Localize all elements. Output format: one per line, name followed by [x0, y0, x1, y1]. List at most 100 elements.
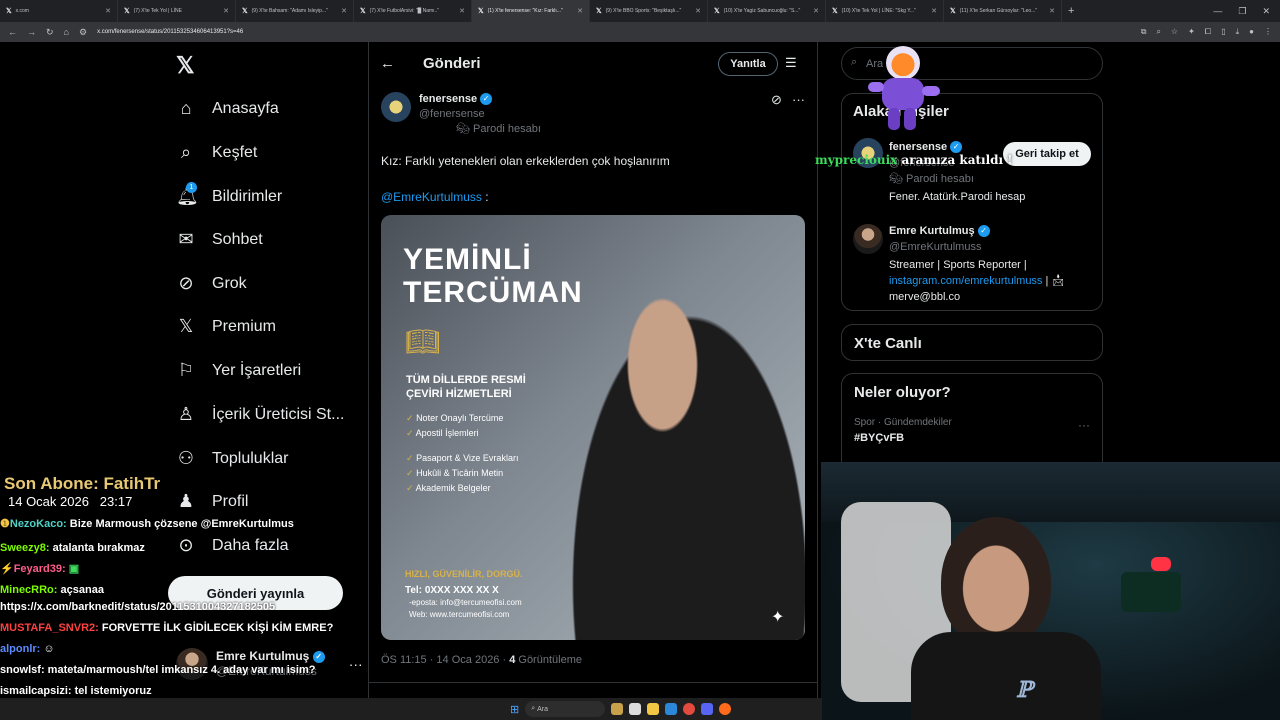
taskbar-search[interactable]: ⌕ Ara — [525, 701, 606, 717]
avatar[interactable] — [853, 224, 883, 254]
author-handle[interactable]: @fenersense — [419, 107, 541, 122]
more-dots-icon[interactable]: ··· — [1078, 418, 1090, 432]
back-icon[interactable]: ← — [8, 27, 17, 37]
close-tab-icon[interactable]: ✕ — [1049, 7, 1055, 15]
more-dots-icon[interactable]: ··· — [349, 656, 363, 672]
browser-tab[interactable]: 𝕏 (7) X'te Tek Yol | LİNE ✕ — [118, 0, 236, 22]
browser-tab[interactable]: 𝕏 (10) X'te Tek Yol | LİNE: "Skg Y..." ✕ — [826, 0, 944, 22]
download-icon[interactable]: ⤓ — [1236, 27, 1240, 37]
close-tab-icon[interactable]: ✕ — [695, 7, 701, 15]
verified-icon: ✓ — [950, 141, 963, 154]
x-favicon-icon: 𝕏 — [832, 8, 838, 15]
trend-item[interactable]: #BYÇvFB — [854, 432, 1090, 444]
extensions-icon[interactable]: ⧠ — [1205, 27, 1211, 37]
nav-bookmarks[interactable]: ⚐ Yer İşaretleri — [176, 360, 301, 381]
extension-icon[interactable]: ✦ — [1188, 27, 1195, 37]
forward-icon[interactable]: → — [27, 27, 36, 37]
close-tab-icon[interactable]: ✕ — [813, 7, 819, 15]
browser-tab[interactable]: 𝕏x.com ✕ — [0, 0, 118, 22]
browser-tab[interactable]: 𝕏 (7) X'te FutbolArsivi: "█ Namı.." ✕ — [354, 0, 472, 22]
back-arrow-icon[interactable]: ← — [380, 55, 395, 72]
chat-message: https://x.com/barknedit/status/201153100… — [0, 601, 276, 613]
bio-link[interactable]: instagram.com/emrekurtulmuss — [889, 275, 1042, 287]
site-info-icon[interactable]: ⚙ — [79, 27, 87, 38]
nav-notifications[interactable]: 🔔︎ 1 Bildirimler — [176, 182, 282, 207]
close-tab-icon[interactable]: ✕ — [577, 7, 583, 15]
reload-icon[interactable]: ↻ — [46, 27, 54, 38]
nav-home[interactable]: ⌂ Anasayfa — [176, 98, 279, 119]
maximize-icon[interactable]: ❐ — [1238, 6, 1246, 17]
x-favicon-icon: 𝕏 — [124, 8, 130, 15]
streamer-face — [941, 517, 1051, 647]
nav-profile[interactable]: ♟ Profil — [176, 491, 249, 512]
stream-chat: ❶NezoKaco: Bize Marmoush çözsene @EmreKu… — [0, 516, 345, 700]
divider — [368, 682, 818, 683]
follow-back-button[interactable]: Geri takip et — [1003, 142, 1091, 166]
browser-tab[interactable]: 𝕏 (10) X'te Yagiz Sabuncuoğlu: "S..." ✕ — [708, 0, 826, 22]
nav-grok[interactable]: ⊘ Grok — [176, 273, 246, 294]
settings-sliders-icon[interactable]: ☰ — [785, 55, 797, 71]
profile-icon: ♟ — [177, 491, 195, 511]
weather-icon[interactable] — [611, 703, 624, 715]
nav-explore[interactable]: ⌕ Keşfet — [176, 142, 257, 163]
nav-communities[interactable]: ⚇ Topluluklar — [176, 448, 289, 469]
close-tab-icon[interactable]: ✕ — [341, 7, 347, 15]
browser-tab-bar: 𝕏x.com ✕ 𝕏 (7) X'te Tek Yol | LİNE ✕ 𝕏 (9) X… — [0, 0, 1280, 22]
menu-icon[interactable]: ⋮ — [1264, 27, 1272, 37]
x-favicon-icon: 𝕏 — [950, 8, 956, 15]
windows-start-icon[interactable]: ⊞ — [510, 703, 519, 716]
browser-tab-active[interactable]: 𝕏 (1) X'te fenersense: "Kız: Farklı..." ✕ — [472, 0, 590, 22]
window-controls: — ❐ ✕ — [1213, 6, 1280, 17]
star-icon[interactable]: ☆ — [1171, 27, 1178, 37]
post-header: fenersense ✓ @fenersense 🎭︎ Parodi hesab… — [381, 92, 541, 137]
browser-tab[interactable]: 𝕏 (9) X'te BBO Sports: "Beşiktaşlı..." ✕ — [590, 0, 708, 22]
new-tab-icon[interactable]: + — [1062, 5, 1080, 17]
red-light-icon — [1151, 557, 1171, 571]
store-icon[interactable] — [665, 703, 678, 715]
minimize-icon[interactable]: — — [1213, 6, 1222, 17]
split-icon[interactable]: ▯ — [1221, 27, 1225, 37]
chat-message: ⚡Feyard39: ▣ — [0, 563, 80, 575]
close-window-icon[interactable]: ✕ — [1262, 6, 1270, 17]
close-tab-icon[interactable]: ✕ — [459, 7, 465, 15]
home-icon: ⌂ — [180, 98, 192, 118]
home-icon[interactable]: ⌂ — [64, 27, 69, 37]
grok-icon[interactable]: ⊘ — [771, 92, 782, 108]
reply-button[interactable]: Yanıtla — [718, 52, 778, 76]
grok-icon: ⊘ — [178, 273, 194, 293]
post-image[interactable]: YEMİNLİ TERCÜMAN 📖︎ TÜM DİLLERDE RESMİ Ç… — [381, 215, 805, 640]
astronaut-alert-icon — [868, 44, 940, 136]
search-icon: ⌕ — [180, 142, 192, 162]
task-view-icon[interactable] — [629, 703, 642, 715]
author-name[interactable]: fenersense — [419, 93, 477, 105]
mention-link[interactable]: @EmreKurtulmuss — [381, 190, 482, 204]
chat-message: ❶NezoKaco: Bize Marmoush çözsene @EmreKu… — [0, 518, 294, 530]
envelope-icon: 📩︎ — [1051, 275, 1066, 287]
live-card[interactable]: X'te Canlı — [841, 324, 1103, 361]
browser-tab[interactable]: 𝕏 (9) X'te Bahsam: "Adamı Isleyip..." ✕ — [236, 0, 354, 22]
os-taskbar: ⊞ ⌕ Ara — [0, 698, 822, 720]
nav-chat[interactable]: ✉ Sohbet — [176, 229, 262, 250]
discord-icon[interactable] — [701, 703, 714, 715]
post-mention-line: @EmreKurtulmuss : — [381, 190, 489, 204]
last-subscriber: Son Abone: FatihTr — [4, 474, 161, 493]
sparkle-icon: ✦ — [771, 609, 785, 626]
more-dots-icon[interactable]: ··· — [792, 92, 805, 107]
browser-icon[interactable] — [719, 703, 732, 715]
nav-premium[interactable]: 𝕏 Premium — [176, 316, 276, 337]
url-field[interactable]: x.com/fenersense/status/2011532534606413… — [97, 29, 243, 35]
browser-tab[interactable]: 𝕏 (11) X'te Serkan Gürsoylar: "Leo..." ✕ — [944, 0, 1062, 22]
close-tab-icon[interactable]: ✕ — [931, 7, 937, 15]
x-logo-icon[interactable]: 𝕏 — [176, 52, 195, 79]
explorer-icon[interactable] — [647, 703, 660, 715]
zoom-icon[interactable]: ⌕ — [1156, 27, 1160, 37]
avatar[interactable] — [381, 92, 411, 122]
close-tab-icon[interactable]: ✕ — [223, 7, 229, 15]
close-tab-icon[interactable]: ✕ — [105, 7, 111, 15]
chrome-icon[interactable] — [683, 703, 696, 715]
notification-badge: 1 — [186, 182, 197, 193]
profile-avatar-icon[interactable]: ● — [1249, 27, 1254, 37]
nav-creator-studio[interactable]: ♙ İçerik Üreticisi St... — [176, 404, 345, 425]
install-icon[interactable]: ⧉ — [1141, 27, 1147, 37]
face-emote-icon: ☺ — [43, 643, 55, 655]
